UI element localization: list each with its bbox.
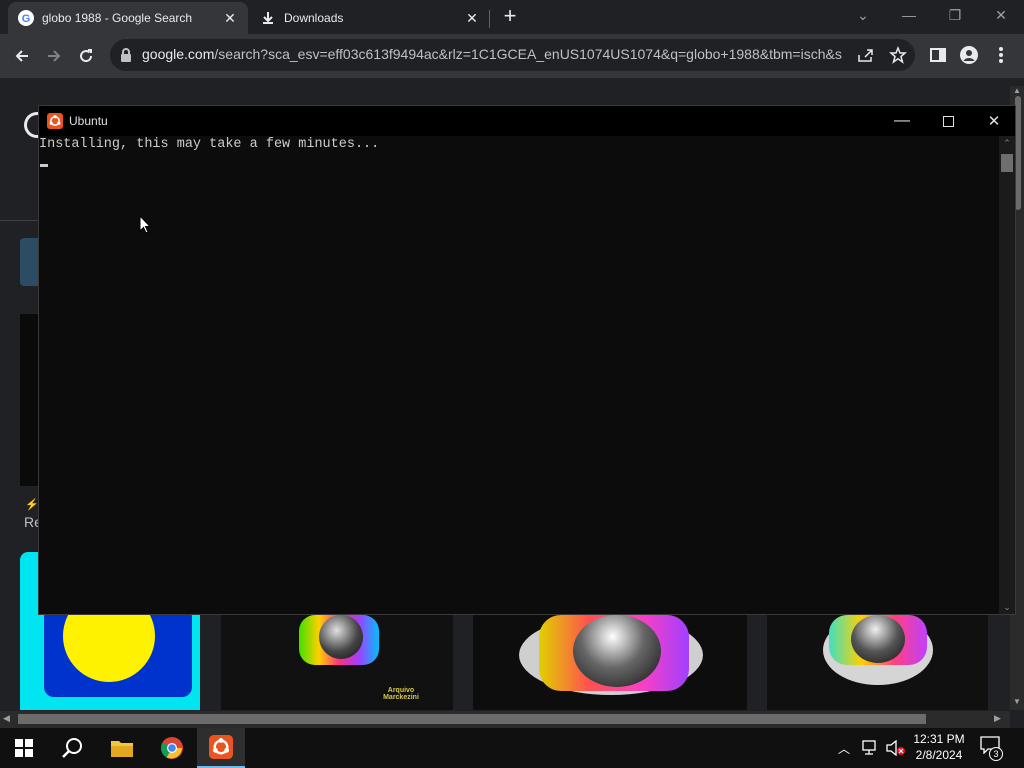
image-caption: Arquivo Marckezini: [383, 687, 419, 701]
terminal-output: Installing, this may take a few minutes.…: [39, 137, 380, 152]
restore-icon[interactable]: ❐: [932, 0, 978, 30]
terminal-cursor: [40, 164, 48, 167]
arrow-right-icon: [48, 50, 61, 62]
tab-title: globo 1988 - Google Search: [42, 11, 193, 25]
tab-search-icon[interactable]: ⌄: [840, 0, 886, 30]
clock-time: 12:31 PM: [913, 732, 965, 746]
logo-sphere: [573, 615, 661, 687]
terminal-minimize-icon[interactable]: —: [879, 106, 925, 136]
tab-google-search[interactable]: G globo 1988 - Google Search ✕: [8, 2, 248, 34]
arrow-left-icon: [15, 50, 28, 62]
terminal-scroll-up-icon[interactable]: ⌃: [1001, 136, 1013, 150]
mouse-pointer-icon: [139, 215, 151, 234]
url-path: /search?sca_esv=eff03c613f9494ac&rlz=1C1…: [214, 46, 842, 62]
scroll-up-icon[interactable]: ▲: [1012, 86, 1022, 96]
terminal-close-icon[interactable]: ✕: [971, 106, 1017, 136]
scroll-right-icon[interactable]: ▶: [994, 713, 1001, 724]
site-favicon: ⚡: [25, 499, 39, 511]
ubuntu-taskbar-button[interactable]: [197, 728, 245, 768]
url-text[interactable]: google.com/search?sca_esv=eff03c613f9494…: [142, 46, 842, 64]
forward-button[interactable]: [40, 42, 68, 70]
logo-sphere: [851, 615, 905, 663]
download-icon: [263, 12, 273, 24]
windows-icon: [15, 739, 33, 757]
image-result-thumbnail[interactable]: [20, 314, 40, 486]
url-domain: google.com: [142, 46, 215, 62]
share-icon[interactable]: [857, 47, 875, 63]
scroll-left-icon[interactable]: ◀: [3, 713, 10, 724]
ubuntu-icon: [47, 113, 63, 129]
scroll-down-icon[interactable]: ▼: [1012, 697, 1022, 707]
folder-icon: [111, 741, 133, 757]
tab-separator: [489, 10, 490, 28]
ubuntu-terminal-window[interactable]: Ubuntu — ✕ Installing, this may take a f…: [38, 105, 1016, 615]
network-icon[interactable]: [862, 740, 880, 756]
system-clock[interactable]: 12:31 PM 2/8/2024: [900, 731, 978, 763]
terminal-scroll-down-icon[interactable]: ⌄: [1001, 600, 1013, 614]
minimize-icon[interactable]: —: [886, 0, 932, 30]
side-panel-icon[interactable]: [930, 48, 946, 62]
reload-button[interactable]: [72, 42, 100, 70]
related-chip-thumbnail[interactable]: [20, 238, 40, 286]
search-button[interactable]: [48, 728, 96, 768]
reload-icon: [80, 49, 93, 63]
new-tab-button[interactable]: +: [499, 4, 521, 28]
file-explorer-button[interactable]: [98, 728, 146, 768]
notification-center-button[interactable]: 3: [980, 736, 1006, 761]
tab-title: Downloads: [284, 11, 344, 25]
tab-downloads[interactable]: Downloads ✕: [250, 2, 490, 34]
image-result-globo-4[interactable]: [767, 615, 988, 710]
ubuntu-icon: [209, 735, 233, 759]
menu-dots-icon[interactable]: [998, 46, 1004, 64]
bookmark-star-icon[interactable]: [889, 46, 907, 64]
logo-sphere: [319, 615, 363, 659]
terminal-title-bar[interactable]: Ubuntu: [39, 106, 1015, 136]
lock-icon[interactable]: [120, 48, 132, 62]
clock-date: 2/8/2024: [915, 748, 963, 762]
search-icon: [62, 738, 82, 758]
terminal-title: Ubuntu: [69, 114, 108, 128]
notification-count-badge: 3: [989, 747, 1003, 761]
close-tab-icon[interactable]: ✕: [222, 10, 238, 27]
back-button[interactable]: [8, 42, 36, 70]
profile-icon[interactable]: [960, 46, 978, 64]
terminal-maximize-icon[interactable]: [925, 106, 971, 136]
close-tab-icon[interactable]: ✕: [464, 10, 480, 27]
chrome-taskbar-button[interactable]: [148, 728, 196, 768]
google-icon: G: [18, 10, 34, 26]
svg-text:G: G: [22, 13, 31, 25]
terminal-scrollbar[interactable]: [999, 136, 1015, 614]
terminal-scroll-thumb[interactable]: [1001, 154, 1013, 172]
close-window-icon[interactable]: ✕: [978, 0, 1024, 30]
image-result-globo-3[interactable]: [473, 615, 747, 710]
image-result-globo-2[interactable]: Arquivo Marckezini: [221, 615, 453, 710]
chrome-icon: [161, 737, 183, 759]
page-hscroll-thumb[interactable]: [18, 714, 926, 724]
start-button[interactable]: [0, 728, 48, 768]
chevron-up-icon[interactable]: ︿: [838, 740, 850, 757]
